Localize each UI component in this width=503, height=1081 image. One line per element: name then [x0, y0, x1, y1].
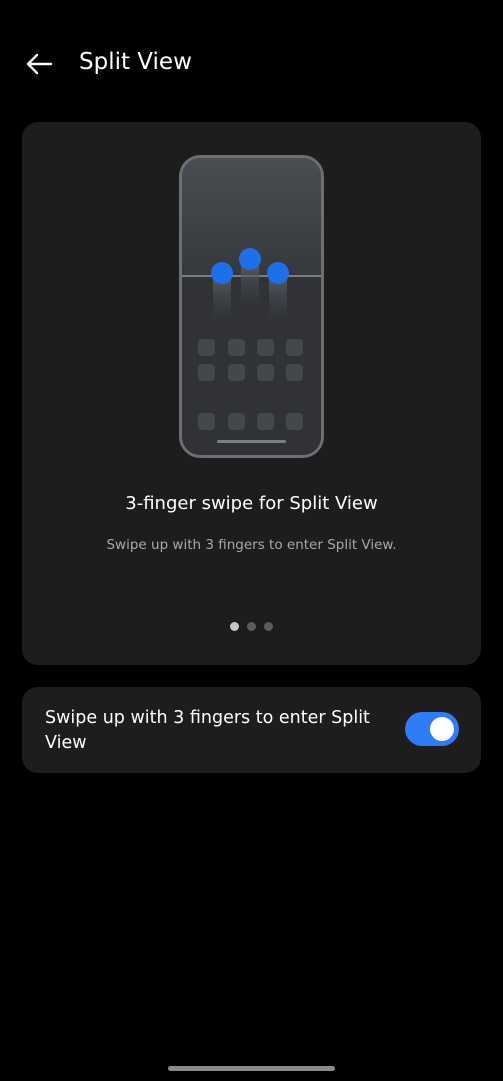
split-view-gesture-setting[interactable]: Swipe up with 3 fingers to enter Split V… [22, 687, 481, 773]
tutorial-description: Swipe up with 3 fingers to enter Split V… [106, 537, 397, 553]
back-button[interactable] [20, 48, 58, 80]
arrow-left-icon [26, 53, 53, 75]
page-indicator-dot-1[interactable] [230, 622, 239, 631]
page-indicator [22, 622, 481, 632]
setting-label: Swipe up with 3 fingers to enter Split V… [45, 708, 370, 753]
toggle-knob [430, 717, 454, 741]
three-finger-swipe-illustration [179, 155, 324, 458]
page-title: Split View [79, 49, 192, 75]
page-indicator-dot-3[interactable] [264, 622, 273, 631]
top-app-bar: Split View [0, 36, 503, 92]
tutorial-title: 3-finger swipe for Split View [125, 493, 378, 514]
home-indicator[interactable] [168, 1066, 335, 1071]
tutorial-card: 3-finger swipe for Split View Swipe up w… [22, 122, 481, 665]
page-indicator-dot-2[interactable] [247, 622, 256, 631]
split-view-gesture-toggle[interactable] [405, 712, 459, 746]
